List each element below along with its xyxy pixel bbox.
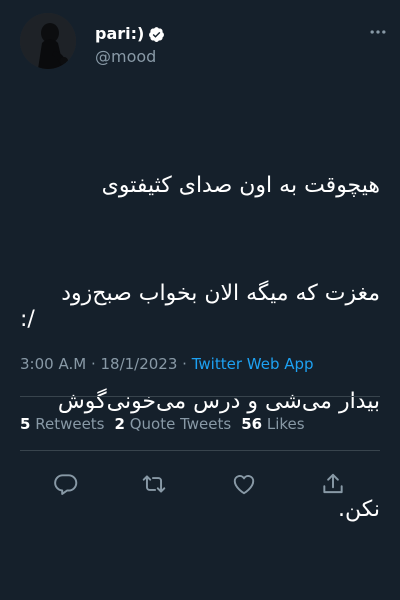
likes-label: Likes xyxy=(266,415,305,433)
user-name-row[interactable]: pari:) xyxy=(95,24,165,44)
user-handle[interactable]: @mood xyxy=(95,47,156,67)
quotes-stat[interactable]: 2 Quote Tweets xyxy=(115,415,232,433)
tweet-time[interactable]: 3:00 A.M xyxy=(20,355,86,373)
tweet-stats: 5 Retweets 2 Quote Tweets 56 Likes xyxy=(20,414,305,434)
tweet-text: هیچوقت به اون صدای کثیفتوی مغزت که میگه … xyxy=(18,96,380,600)
share-button[interactable] xyxy=(320,471,346,497)
avatar[interactable] xyxy=(20,13,76,69)
likes-count: 56 xyxy=(241,415,263,433)
tweet-emoticon: :/ xyxy=(20,307,35,332)
retweet-icon xyxy=(142,475,166,493)
retweets-stat[interactable]: 5 Retweets xyxy=(20,415,105,433)
reply-button[interactable] xyxy=(53,471,79,497)
divider xyxy=(20,450,380,451)
tweet-meta: 3:00 A.M · 18/1/2023 · Twitter Web App xyxy=(20,354,314,374)
tweet-text-line: مغزت که میگه الان بخواب صبح‌زود xyxy=(61,281,380,306)
share-icon xyxy=(323,473,343,494)
quotes-label: Quote Tweets xyxy=(129,415,232,433)
meta-separator: · xyxy=(86,355,101,373)
tweet-actions xyxy=(0,471,400,497)
tweet-date[interactable]: 18/1/2023 xyxy=(100,355,177,373)
retweets-label: Retweets xyxy=(35,415,105,433)
heart-icon xyxy=(233,475,255,495)
verified-badge-icon xyxy=(149,26,165,42)
likes-stat[interactable]: 56 Likes xyxy=(241,415,304,433)
retweets-count: 5 xyxy=(20,415,31,433)
quotes-count: 2 xyxy=(114,415,125,433)
tweet-text-line: هیچوقت به اون صدای کثیفتوی xyxy=(101,173,380,198)
meta-separator: · xyxy=(177,355,192,373)
divider xyxy=(20,396,380,397)
like-button[interactable] xyxy=(231,471,257,497)
tweet-source-link[interactable]: Twitter Web App xyxy=(192,355,314,373)
tweet-detail: pari:) @mood هیچوقت به اون صدای کثیفتوی … xyxy=(0,0,400,522)
tweet-text-line: نکن. xyxy=(337,497,380,522)
reply-icon xyxy=(54,474,78,495)
avatar-image xyxy=(20,13,76,69)
more-horizontal-icon[interactable] xyxy=(368,22,388,42)
retweet-button[interactable] xyxy=(141,471,167,497)
display-name[interactable]: pari:) xyxy=(95,24,144,44)
